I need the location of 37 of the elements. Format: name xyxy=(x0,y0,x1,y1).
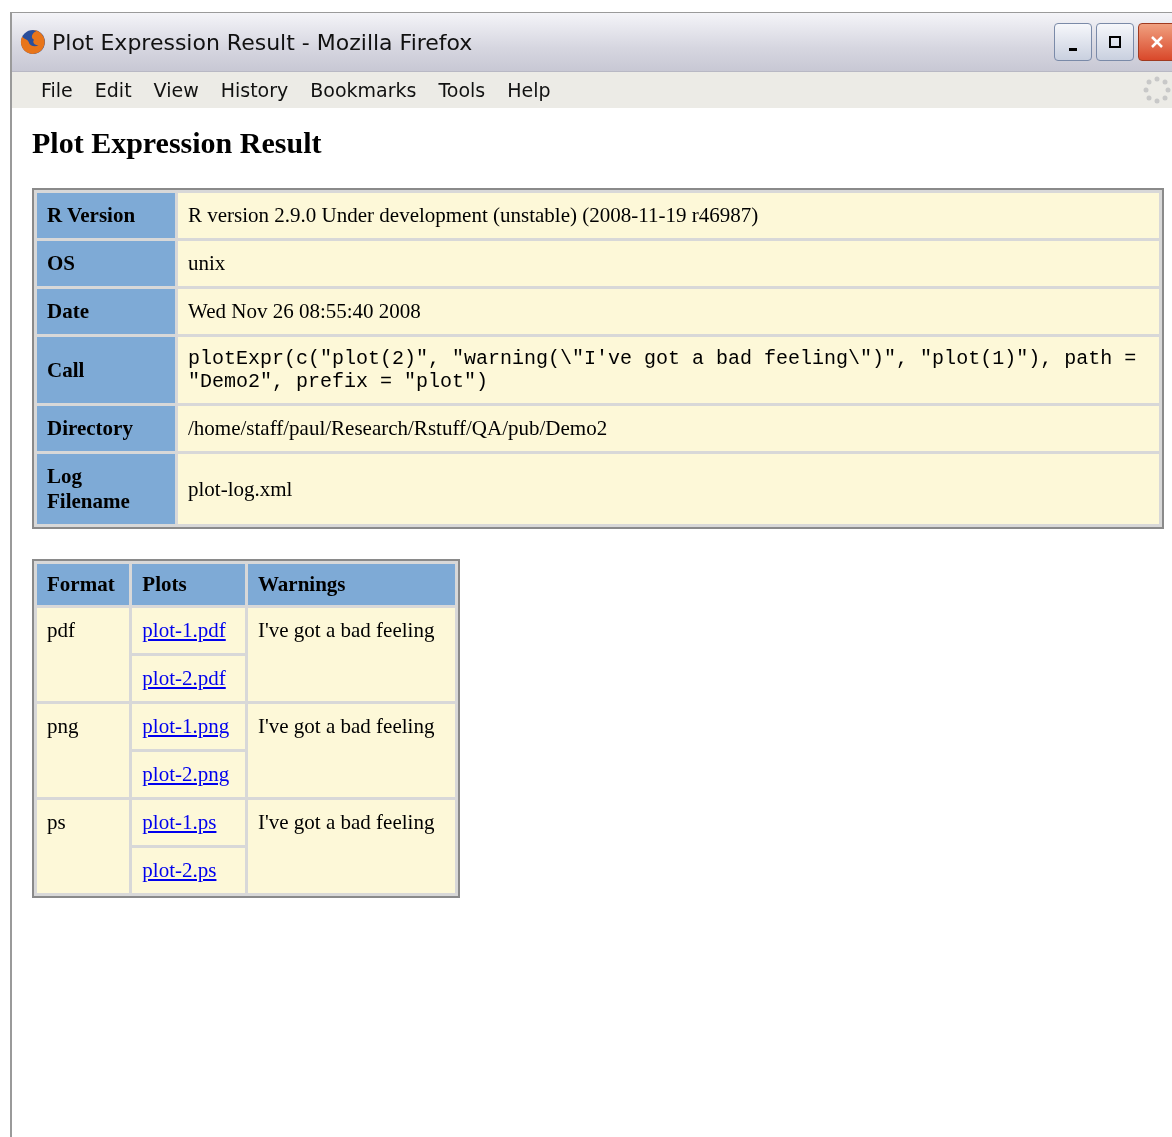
menu-item[interactable]: Edit xyxy=(83,79,143,101)
menu-item[interactable]: File xyxy=(30,79,84,101)
close-icon xyxy=(1150,35,1164,49)
table-cell: unix xyxy=(178,241,1159,286)
column-header: Warnings xyxy=(248,564,455,605)
menu-item[interactable]: View xyxy=(142,79,210,101)
table-cell: I've got a bad feeling xyxy=(248,800,455,893)
page-heading: Plot Expression Result xyxy=(32,126,323,160)
table-cell: pdf xyxy=(37,608,130,701)
table-cell: I've got a bad feeling xyxy=(248,704,455,797)
menu-item[interactable]: Bookmarks xyxy=(299,79,428,101)
row-label: OS xyxy=(37,241,175,286)
menu-item[interactable]: History xyxy=(209,79,300,101)
row-label: Log Filename xyxy=(37,454,175,524)
column-header: Format xyxy=(37,564,130,605)
minimize-icon xyxy=(1069,47,1077,51)
maximize-icon xyxy=(1108,35,1122,49)
row-label: Date xyxy=(37,289,175,334)
code-cell: plotExpr(c("plot(2)", "warning(\"I've got a bad feeling\")", "plot(1)"), path = "Demo2", prefix = "plot") xyxy=(178,337,1159,403)
row-label: Directory xyxy=(37,406,175,451)
maximize-button[interactable] xyxy=(1096,23,1134,61)
window-title: Plot Expression Result - Mozilla Firefox xyxy=(52,29,474,55)
column-header: Plots xyxy=(132,564,245,605)
table-cell: /home/staff/paul/Research/Rstuff/QA/pub/Demo2 xyxy=(178,406,1159,451)
menu-item[interactable]: Help xyxy=(496,79,562,101)
table-cell: I've got a bad feeling xyxy=(248,608,455,701)
browser-logo-icon xyxy=(20,29,46,55)
row-label: R Version xyxy=(37,193,175,238)
table-cell: ps xyxy=(37,800,130,893)
menu-item[interactable]: Tools xyxy=(427,79,497,101)
table-cell: png xyxy=(37,704,130,797)
table-cell: Wed Nov 26 08:55:40 2008 xyxy=(178,289,1159,334)
throbber-icon xyxy=(1142,75,1172,105)
table-cell: R version 2.9.0 Under development (unstable) (2008-11-19 r46987) xyxy=(178,193,1159,238)
table-cell: plot-log.xml xyxy=(178,454,1159,524)
close-button[interactable] xyxy=(1138,23,1172,61)
row-label: Call xyxy=(37,337,175,403)
